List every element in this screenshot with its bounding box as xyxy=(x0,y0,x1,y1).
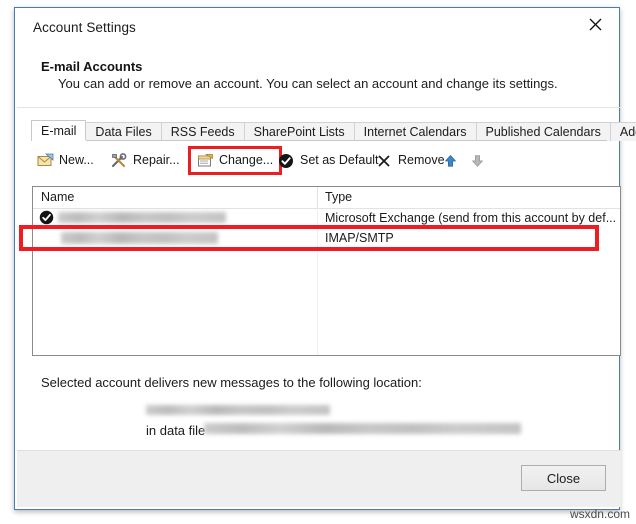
header-divider xyxy=(17,107,621,108)
close-x-icon[interactable] xyxy=(573,9,618,40)
tab-baseline xyxy=(31,140,607,141)
new-account-button[interactable]: New... xyxy=(33,148,98,173)
delivery-location-redacted xyxy=(146,405,330,415)
delivery-location-label: Selected account delivers new messages t… xyxy=(41,375,422,390)
tab-rss-feeds[interactable]: RSS Feeds xyxy=(160,122,245,141)
account-type: IMAP/SMTP xyxy=(325,231,394,245)
set-as-default-label: Set as Default xyxy=(300,153,379,168)
column-header-name[interactable]: Name xyxy=(41,190,74,204)
move-down-button[interactable] xyxy=(465,148,490,173)
tab-address-books[interactable]: Address Books xyxy=(609,122,636,141)
close-button[interactable]: Close xyxy=(521,465,606,491)
account-type: Microsoft Exchange (send from this accou… xyxy=(325,211,617,225)
new-account-label: New... xyxy=(59,153,94,168)
tab-internet-calendars[interactable]: Internet Calendars xyxy=(353,122,477,141)
arrow-up-icon xyxy=(442,153,459,169)
title-bar: Account Settings xyxy=(16,9,618,47)
check-circle-icon xyxy=(39,210,54,225)
page-title: E-mail Accounts xyxy=(41,59,143,74)
dialog-footer: Close xyxy=(17,450,621,507)
change-label: Change... xyxy=(219,153,274,168)
wrench-hammer-icon xyxy=(111,152,128,169)
page-description: You can add or remove an account. You ca… xyxy=(58,76,558,91)
tab-list: E-mail Data Files RSS Feeds SharePoint L… xyxy=(31,120,636,141)
arrow-down-icon xyxy=(469,153,486,169)
set-as-default-button[interactable]: Set as Default xyxy=(274,148,383,173)
check-circle-icon xyxy=(278,153,295,169)
data-file-path-redacted xyxy=(204,423,521,434)
tab-email[interactable]: E-mail xyxy=(31,120,87,141)
tab-published-calendars[interactable]: Published Calendars xyxy=(475,122,611,141)
repair-button[interactable]: Repair... xyxy=(107,148,184,173)
repair-label: Repair... xyxy=(133,153,180,168)
change-account-icon xyxy=(197,153,214,169)
screenshot-root: Account Settings E-mail Accounts You can… xyxy=(0,0,636,524)
x-cross-icon xyxy=(376,153,393,169)
dialog-inner-frame: Account Settings E-mail Accounts You can… xyxy=(15,8,636,509)
tab-data-files[interactable]: Data Files xyxy=(85,122,162,141)
active-tab-mask xyxy=(32,140,86,142)
account-settings-dialog: Account Settings E-mail Accounts You can… xyxy=(14,7,636,510)
list-header: Name Type xyxy=(33,187,620,209)
window-title: Account Settings xyxy=(33,20,136,35)
table-row[interactable]: Microsoft Exchange (send from this accou… xyxy=(33,208,620,228)
tab-strip: E-mail Data Files RSS Feeds SharePoint L… xyxy=(16,115,636,142)
column-header-type[interactable]: Type xyxy=(325,190,352,204)
change-button[interactable]: Change... xyxy=(188,146,283,175)
data-file-label: in data file xyxy=(146,423,206,438)
column-divider[interactable] xyxy=(317,187,318,208)
tab-sharepoint-lists[interactable]: SharePoint Lists xyxy=(243,122,355,141)
account-toolbar: New... Repair... Change... Set as Defaul… xyxy=(31,146,622,176)
account-name-redacted xyxy=(58,212,226,223)
site-watermark: wsxdn.com xyxy=(569,507,630,521)
table-row[interactable]: IMAP/SMTP xyxy=(33,228,620,248)
accounts-list[interactable]: Name Type Microsoft Exchange (send from … xyxy=(32,186,621,356)
move-up-button[interactable] xyxy=(438,148,463,173)
envelope-new-icon xyxy=(37,153,54,169)
account-name-redacted xyxy=(61,232,218,244)
